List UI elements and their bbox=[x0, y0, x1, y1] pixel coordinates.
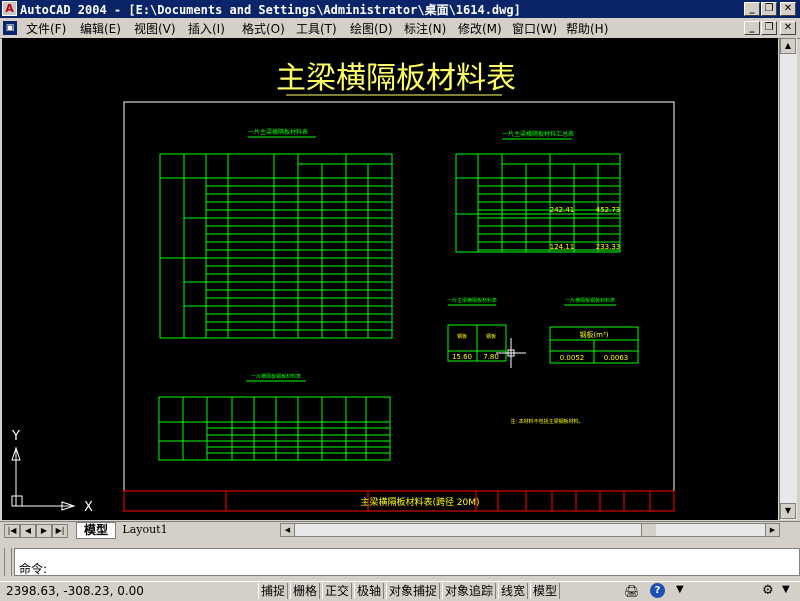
osnap-toggle[interactable]: 对象捕捉 bbox=[386, 583, 441, 599]
otrack-toggle[interactable]: 对象追踪 bbox=[442, 583, 497, 599]
scroll-up-button[interactable]: ▲ bbox=[780, 38, 796, 54]
doc-close-button[interactable]: ✕ bbox=[780, 21, 796, 35]
ucs-icon bbox=[11, 446, 76, 511]
menu-modify[interactable]: 修改(M) bbox=[458, 20, 502, 37]
table-5: 一片横隔板钢板材料表 bbox=[158, 373, 391, 461]
command-prompt: 命令: bbox=[19, 562, 48, 576]
table-4-title: 一片横隔板钢板材料表 bbox=[565, 297, 615, 304]
t2-total-2b: 233.33 bbox=[596, 243, 621, 251]
main-title: 主梁横隔板材料表 bbox=[276, 61, 516, 96]
t2-total-1b: 452.73 bbox=[596, 206, 621, 214]
last-tab-button[interactable]: ▶| bbox=[52, 524, 68, 538]
scroll-thumb[interactable] bbox=[641, 524, 656, 536]
autocad-app-icon[interactable]: A bbox=[2, 1, 17, 16]
table-3: 一片主梁横隔板材料表 钢板 钢板 15.60 7.80 bbox=[447, 297, 507, 362]
tab-model[interactable]: 模型 bbox=[76, 522, 116, 539]
document-icon[interactable]: ▣ bbox=[3, 21, 17, 35]
help-icon[interactable]: ? bbox=[650, 583, 665, 598]
ucs-y-label: Y bbox=[11, 429, 20, 444]
menu-dimension[interactable]: 标注(N) bbox=[404, 20, 446, 37]
doc-restore-button[interactable]: ❐ bbox=[761, 21, 777, 35]
tray-dropdown-icon[interactable]: ▼ bbox=[676, 584, 684, 595]
table-1-title: 一片主梁横隔板材料表 bbox=[248, 128, 308, 136]
doc-minimize-button[interactable]: _ bbox=[744, 21, 760, 35]
first-tab-button[interactable]: |◀ bbox=[4, 524, 20, 538]
menu-insert[interactable]: 插入(I) bbox=[188, 20, 225, 37]
restore-button[interactable]: ❐ bbox=[761, 2, 777, 16]
svg-text:钢板: 钢板 bbox=[457, 333, 467, 340]
scroll-right-button[interactable]: ▶ bbox=[765, 524, 779, 536]
communication-center-icon[interactable]: ⚙ bbox=[762, 583, 774, 598]
drawing-note: 注: 本材料不包括主梁钢板材料。 bbox=[510, 418, 583, 425]
lineweight-toggle[interactable]: 线宽 bbox=[498, 583, 529, 599]
t2-total-2: 124.11 bbox=[550, 243, 575, 251]
t3-val-1: 15.60 bbox=[452, 353, 472, 361]
title-bar: A AutoCAD 2004 - [E:\Documents and Setti… bbox=[0, 0, 800, 18]
menu-bar: ▣ 文件(F) 编辑(E) 视图(V) 插入(I) 格式(O) 工具(T) 绘图… bbox=[0, 18, 800, 39]
polar-toggle[interactable]: 极轴 bbox=[354, 583, 385, 599]
scroll-left-button[interactable]: ◀ bbox=[281, 524, 295, 536]
command-line-input[interactable]: 命令: bbox=[14, 548, 800, 576]
drawing-canvas[interactable]: 主梁横隔板材料表 一片主梁横隔板材料表 一片主梁横隔板材料汇总表 242.41 … bbox=[2, 38, 778, 520]
menu-help[interactable]: 帮助(H) bbox=[566, 20, 608, 37]
status-bar: 2398.63, -308.23, 0.00 捕捉 栅格 正交 极轴 对象捕捉 … bbox=[0, 581, 800, 601]
menu-format[interactable]: 格式(O) bbox=[242, 20, 285, 37]
ortho-toggle[interactable]: 正交 bbox=[322, 583, 353, 599]
table-1: 一片主梁横隔板材料表 bbox=[159, 128, 393, 339]
ucs-x-label: X bbox=[84, 500, 93, 515]
command-grip[interactable] bbox=[4, 548, 12, 576]
minimize-button[interactable]: _ bbox=[744, 2, 760, 16]
title-block-center: 主梁横隔板材料表(跨径 20M) bbox=[360, 496, 479, 508]
table-5-title: 一片横隔板钢板材料表 bbox=[251, 373, 301, 380]
title-block: 主梁横隔板材料表(跨径 20M) bbox=[123, 490, 675, 512]
status-menu-icon[interactable]: ▼ bbox=[782, 584, 790, 595]
svg-text:钢板: 钢板 bbox=[486, 333, 496, 340]
close-button[interactable]: ✕ bbox=[780, 2, 796, 16]
t4-header: 钢板(m³) bbox=[579, 330, 608, 339]
menu-file[interactable]: 文件(F) bbox=[26, 20, 66, 37]
t3-val-2: 7.80 bbox=[483, 353, 499, 361]
printer-icon[interactable]: 🖨 bbox=[624, 584, 639, 598]
coordinates-readout: 2398.63, -308.23, 0.00 bbox=[6, 584, 144, 598]
grid-toggle[interactable]: 栅格 bbox=[290, 583, 321, 599]
t2-total-1: 242.41 bbox=[550, 206, 575, 214]
menu-window[interactable]: 窗口(W) bbox=[512, 20, 557, 37]
model-toggle[interactable]: 模型 bbox=[530, 583, 561, 599]
menu-edit[interactable]: 编辑(E) bbox=[80, 20, 121, 37]
crosshair-cursor bbox=[496, 338, 526, 368]
t4-val-2: 0.0063 bbox=[604, 354, 629, 362]
drawing-svg: 主梁横隔板材料表 一片主梁横隔板材料表 一片主梁横隔板材料汇总表 242.41 … bbox=[11, 61, 675, 515]
menu-tools[interactable]: 工具(T) bbox=[296, 20, 337, 37]
layout-tab-bar: |◀ ◀ ▶ ▶| 模型 Layout1 ◀ ▶ bbox=[0, 521, 800, 539]
table-2-title: 一片主梁横隔板材料汇总表 bbox=[502, 130, 574, 138]
prev-tab-button[interactable]: ◀ bbox=[20, 524, 36, 538]
t4-val-1: 0.0052 bbox=[560, 354, 585, 362]
next-tab-button[interactable]: ▶ bbox=[36, 524, 52, 538]
table-4: 一片横隔板钢板材料表 钢板(m³) 0.0052 0.0063 bbox=[549, 297, 639, 364]
scroll-down-button[interactable]: ▼ bbox=[780, 503, 796, 519]
snap-toggle[interactable]: 捕捉 bbox=[258, 583, 289, 599]
menu-view[interactable]: 视图(V) bbox=[134, 20, 176, 37]
tab-layout1[interactable]: Layout1 bbox=[118, 523, 172, 537]
menu-draw[interactable]: 绘图(D) bbox=[350, 20, 393, 37]
table-2: 一片主梁横隔板材料汇总表 242.41 452.73 124.11 233.33 bbox=[455, 130, 621, 253]
vertical-scrollbar[interactable]: ▲ ▼ bbox=[779, 38, 797, 520]
table-3-title: 一片主梁横隔板材料表 bbox=[447, 297, 497, 304]
horizontal-scrollbar[interactable]: ◀ ▶ bbox=[280, 523, 780, 537]
window-title: AutoCAD 2004 - [E:\Documents and Setting… bbox=[20, 3, 521, 17]
